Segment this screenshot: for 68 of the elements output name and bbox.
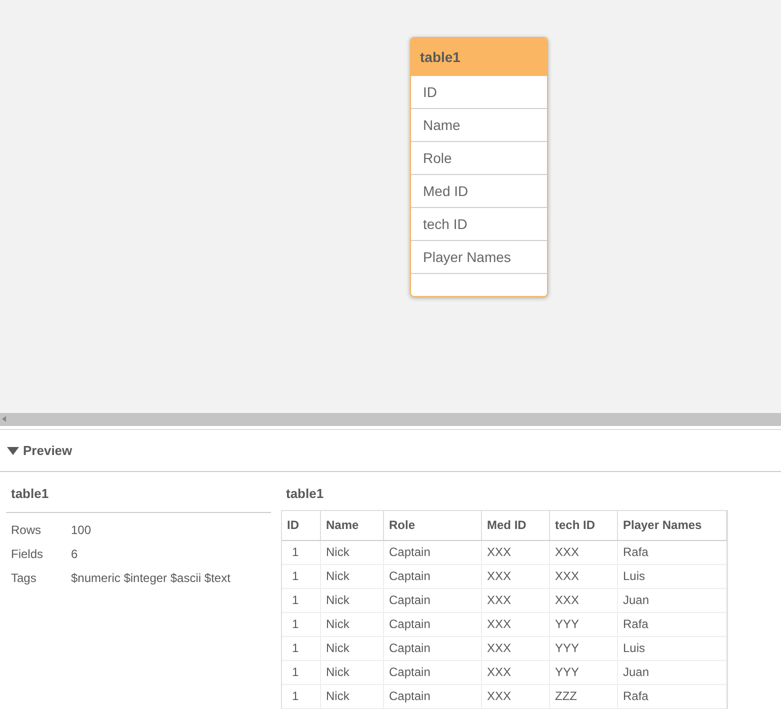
table-cell: Nick (321, 636, 384, 660)
table-cell: Captain (384, 612, 482, 636)
table-cell: 1 (282, 564, 321, 588)
table-cell: Captain (384, 636, 482, 660)
stat-label: Tags (11, 570, 38, 586)
stat-value: 6 (71, 546, 78, 562)
collapse-toggle-icon[interactable] (7, 446, 19, 454)
field-name[interactable]: Med ID (411, 175, 547, 208)
column-header[interactable]: Role (384, 510, 482, 540)
field-name[interactable]: ID (411, 76, 547, 109)
stat-value: $numeric $integer $ascii $text (71, 570, 230, 586)
table-cell: 1 (282, 684, 321, 708)
table-cell: Nick (321, 564, 384, 588)
table-cell: XXX (482, 564, 550, 588)
field-name[interactable]: Player Names (411, 241, 547, 274)
table-cell: YYY (550, 636, 618, 660)
column-header[interactable]: Name (321, 510, 384, 540)
table-cell: Luis (618, 636, 727, 660)
scroll-left-icon[interactable] (2, 416, 6, 422)
stat-value: 100 (71, 522, 92, 538)
table-cell: Rafa (618, 684, 727, 708)
column-header[interactable]: Med ID (482, 510, 550, 540)
table-cell: XXX (482, 612, 550, 636)
table-cell: Nick (321, 660, 384, 684)
table-cell: Captain (384, 540, 482, 564)
table-cell: 1 (282, 636, 321, 660)
preview-heading[interactable]: Preview (23, 440, 72, 460)
horizontal-scrollbar[interactable] (0, 413, 781, 426)
table-cell: YYY (550, 660, 618, 684)
table-cell: XXX (482, 660, 550, 684)
table-cell: 1 (282, 660, 321, 684)
field-name[interactable]: tech ID (411, 208, 547, 241)
table-cell: ZZZ (550, 684, 618, 708)
table-cell: YYY (550, 612, 618, 636)
table-cell: 1 (282, 612, 321, 636)
table-cell: Captain (384, 684, 482, 708)
table-cell: XXX (482, 636, 550, 660)
table-cell: 1 (282, 540, 321, 564)
stat-label: Fields (11, 546, 44, 562)
field-name[interactable]: Role (411, 142, 547, 175)
table-cell: Luis (618, 564, 727, 588)
summary-title: table1 (6, 484, 271, 512)
table-cell: Rafa (618, 612, 727, 636)
table-cell: XXX (550, 564, 618, 588)
table-cell: XXX (482, 540, 550, 564)
table-cell: XXX (482, 588, 550, 612)
field-name[interactable]: Name (411, 109, 547, 142)
table-cell: XXX (550, 540, 618, 564)
table-cell: Captain (384, 588, 482, 612)
table-cell: 1 (282, 588, 321, 612)
table-cell: Nick (321, 612, 384, 636)
table-cell: Nick (321, 588, 384, 612)
table-title: table1 (285, 485, 325, 503)
table-cell: Juan (618, 588, 727, 612)
table-cell: Nick (321, 684, 384, 708)
column-header[interactable]: Player Names (618, 510, 727, 540)
table-cell: XXX (482, 684, 550, 708)
table-cell: Captain (384, 564, 482, 588)
table-cell: Juan (618, 660, 727, 684)
table-node-title: table1 (411, 38, 547, 76)
table-cell: XXX (550, 588, 618, 612)
column-header[interactable]: ID (282, 510, 321, 540)
stat-label: Rows (11, 522, 42, 538)
column-header[interactable]: tech ID (550, 510, 618, 540)
table-cell: Rafa (618, 540, 727, 564)
table-node[interactable]: table1 ID Name Role Med ID tech ID Player Names (410, 37, 548, 297)
table-cell: Nick (321, 540, 384, 564)
table-cell: Captain (384, 660, 482, 684)
